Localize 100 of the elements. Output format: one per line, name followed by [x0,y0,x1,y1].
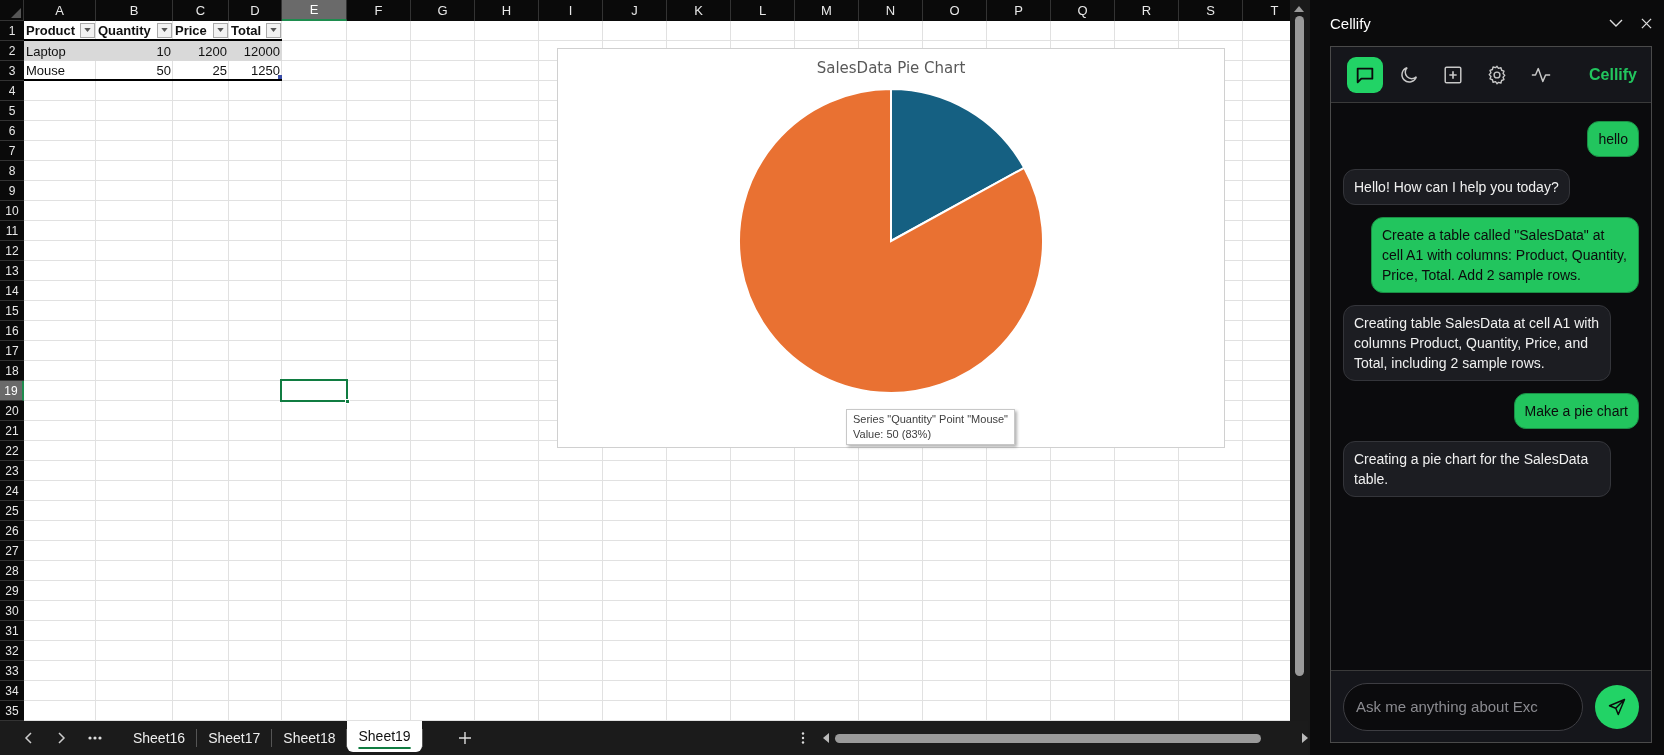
row-header[interactable]: 23 [0,461,24,481]
caret-icon [161,28,168,32]
resize-handle-icon[interactable] [278,75,282,79]
brand-name: Cellify [1589,65,1637,84]
sheet-tab[interactable]: Sheet16 [121,724,197,752]
sheet-tab[interactable]: Sheet17 [197,724,272,752]
chevron-left-icon[interactable] [24,731,34,745]
scroll-up-icon[interactable] [1294,6,1304,12]
table-cell: 50 [96,61,173,81]
row-header[interactable]: 6 [0,121,24,141]
column-header[interactable]: E [282,0,347,21]
add-sheet-icon[interactable] [458,732,471,744]
column-header[interactable]: T [1243,0,1290,21]
toolbar-button[interactable] [1347,56,1383,93]
column-heading: Product [26,22,76,38]
send-button[interactable] [1595,684,1639,729]
tooltip-text: Series "Quantity" Point "Mouse" [853,412,1009,427]
column-header[interactable]: C [173,0,229,21]
column-header[interactable]: K [667,0,731,21]
more-icon[interactable] [87,736,102,740]
row-header[interactable]: 5 [0,101,24,121]
column-header[interactable]: M [795,0,859,21]
column-header[interactable]: R [1115,0,1179,21]
column-header[interactable]: A [24,0,96,21]
row-header[interactable]: 34 [0,681,24,701]
scroll-left-icon[interactable] [822,733,829,743]
scrollbar-thumb[interactable] [1294,16,1304,676]
sheet-tab[interactable]: Sheet19 [347,720,422,752]
column-header[interactable]: G [411,0,475,21]
column-header[interactable]: H [475,0,539,21]
filter-button[interactable] [80,22,95,38]
row-header[interactable]: 32 [0,641,24,661]
column-header[interactable]: S [1179,0,1243,21]
row-header[interactable]: 18 [0,361,24,381]
row-header[interactable]: 14 [0,281,24,301]
row-header[interactable]: 16 [0,321,24,341]
column-header[interactable]: B [96,0,173,21]
row-header[interactable]: 8 [0,161,24,181]
row-header[interactable]: 10 [0,201,24,221]
row-header[interactable]: 15 [0,301,24,321]
chat-input[interactable]: Ask me anything about Exc [1343,682,1583,731]
sheet-tab[interactable]: Sheet18 [272,724,347,752]
column-header[interactable]: Q [1051,0,1115,21]
row-header[interactable]: 19 [0,381,24,401]
row-header[interactable]: 1 [0,21,24,41]
row-header[interactable]: 31 [0,621,24,641]
row-header[interactable]: 33 [0,661,24,681]
scroll-right-icon[interactable] [1302,733,1308,743]
row-header[interactable]: 24 [0,481,24,501]
chat-message: Create a table called "SalesData" at cell A1 with columns: Product, Quantity, Price, Total. Add 2 sample rows. [1371,217,1639,293]
caret-icon [270,28,277,32]
close-icon[interactable] [1641,17,1652,29]
row-header[interactable]: 20 [0,401,24,421]
row-header[interactable]: 12 [0,241,24,261]
vertical-scrollbar[interactable] [1290,0,1308,721]
row-header[interactable]: 9 [0,181,24,201]
row-header[interactable]: 27 [0,541,24,561]
row-header[interactable]: 4 [0,81,24,101]
triangle-icon [11,8,21,18]
column-header[interactable]: P [987,0,1051,21]
filter-button[interactable] [266,22,281,38]
row-header[interactable]: 17 [0,341,24,361]
row-header[interactable]: 7 [0,141,24,161]
row-header[interactable]: 3 [0,61,24,81]
chat-message: hello [1587,121,1639,157]
column-header[interactable]: J [603,0,667,21]
row-header[interactable]: 28 [0,561,24,581]
row-header[interactable]: 30 [0,601,24,621]
filter-button[interactable] [157,22,172,38]
row-header[interactable]: 22 [0,441,24,461]
table-cell: 12000 [229,41,282,61]
fill-handle-icon[interactable] [345,399,350,404]
table-cell: Mouse [24,61,96,81]
more-vertical-icon[interactable] [800,732,805,744]
row-header[interactable]: 25 [0,501,24,521]
column-header[interactable]: O [923,0,987,21]
row-header[interactable]: 21 [0,421,24,441]
column-heading: Quantity [98,22,151,38]
row-header[interactable]: 11 [0,221,24,241]
column-header[interactable]: L [731,0,795,21]
selected-cell[interactable] [280,379,348,402]
pie-slice[interactable] [890,88,1026,242]
settings-icon [1486,63,1508,86]
column-header[interactable]: I [539,0,603,21]
chart-title: SalesData Pie Chart [816,59,966,79]
row-header[interactable]: 26 [0,521,24,541]
chevron-down-icon[interactable] [1609,19,1623,27]
chevron-right-icon[interactable] [56,731,66,745]
select-all-button[interactable] [0,0,24,21]
table-cell: 1250 [229,61,282,81]
pie-slice[interactable] [738,88,1044,394]
row-header[interactable]: 13 [0,261,24,281]
filter-button[interactable] [213,22,228,38]
row-header[interactable]: 2 [0,41,24,61]
row-header[interactable]: 29 [0,581,24,601]
column-header[interactable]: N [859,0,923,21]
table-cell: 10 [96,41,173,61]
row-header[interactable]: 35 [0,701,24,721]
column-header[interactable]: D [229,0,282,21]
column-header[interactable]: F [347,0,411,21]
